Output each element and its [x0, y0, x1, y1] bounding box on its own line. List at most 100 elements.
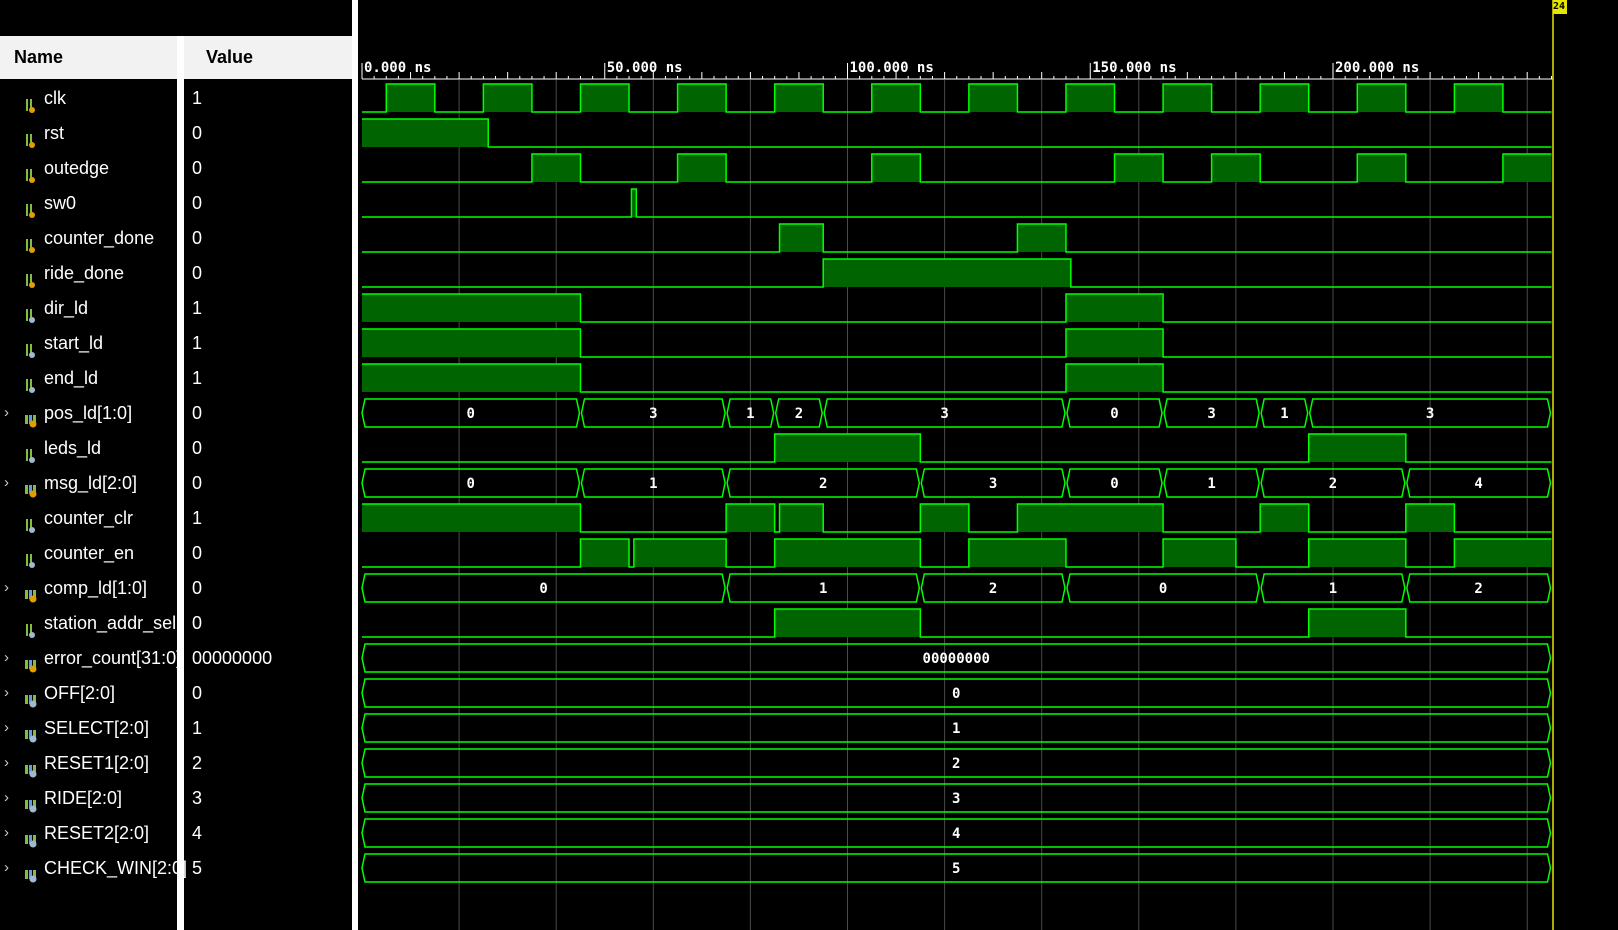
signal-value: 0: [192, 228, 203, 248]
signal-row-21[interactable]: › RESET2[2:0]: [0, 815, 177, 851]
expand-chevron-icon[interactable]: ›: [4, 395, 9, 431]
signal-row-14[interactable]: › comp_ld[1:0]: [0, 570, 177, 606]
expand-chevron-icon[interactable]: ›: [4, 780, 9, 816]
signal-name: counter_en: [44, 543, 135, 563]
signal-row-6[interactable]: dir_ld: [0, 290, 177, 326]
comp_ld-bus-value: 2: [989, 581, 997, 597]
wave-high-fill: [871, 154, 921, 182]
comp_ld-bus-value: 1: [1329, 581, 1337, 597]
signal-value: 0: [192, 193, 203, 213]
wave-high-fill: [1357, 84, 1406, 112]
output-bit-icon: [24, 510, 38, 533]
signal-row-19[interactable]: › RESET1[2:0]: [0, 745, 177, 781]
signal-row-11[interactable]: › msg_ld[2:0]: [0, 465, 177, 501]
bus-signal-icon: [24, 405, 40, 428]
wave-high-fill: [1017, 504, 1164, 532]
signal-name: OFF[2:0]: [44, 683, 116, 703]
wave-high-fill: [823, 259, 1071, 287]
msg_ld-bus-value: 0: [1110, 476, 1118, 492]
pos_ld-bus-value: 3: [649, 406, 657, 422]
wave-high-fill: [871, 84, 921, 112]
waveform-view[interactable]: 0.000 ns 50.000 ns 100.000 ns 150.000 ns 200…: [358, 0, 1618, 930]
signal-name: dir_ld: [44, 298, 89, 318]
signal-name: RESET2[2:0]: [44, 823, 150, 843]
expand-chevron-icon[interactable]: ›: [4, 710, 9, 746]
expand-chevron-icon[interactable]: ›: [4, 640, 9, 676]
wave-high-fill: [677, 84, 727, 112]
RIDE-bus-value: 3: [952, 791, 960, 807]
expand-chevron-icon[interactable]: ›: [4, 745, 9, 781]
value-column-header[interactable]: Value: [184, 36, 352, 79]
signal-value: 1: [192, 718, 203, 738]
wave-high-fill: [920, 504, 969, 532]
expand-chevron-icon[interactable]: ›: [4, 815, 9, 851]
signal-name: ride_done: [44, 263, 125, 283]
signal-row-13[interactable]: counter_en: [0, 535, 177, 571]
signal-value: 0: [192, 683, 203, 703]
expand-chevron-icon[interactable]: ›: [4, 850, 9, 886]
time-tick-label: 100.000 ns: [850, 60, 934, 76]
signal-name: error_count[31:0]: [44, 648, 182, 668]
signal-row-15[interactable]: station_addr_sel: [0, 605, 177, 641]
wave-high-fill: [774, 609, 921, 637]
parameter-icon: [24, 860, 40, 883]
signal-row-1[interactable]: rst: [0, 115, 177, 151]
signal-row-9[interactable]: › pos_ld[1:0]: [0, 395, 177, 431]
wave-high-fill: [1260, 504, 1309, 532]
pos_ld-bus-value: 2: [795, 406, 803, 422]
signal-row-12[interactable]: counter_clr: [0, 500, 177, 536]
wave-high-fill: [1308, 434, 1406, 462]
wave-high-fill: [1405, 504, 1455, 532]
name-column-header[interactable]: Name: [0, 36, 177, 79]
cursor-time-marker[interactable]: 24: [1553, 0, 1567, 14]
pos_ld-bus-value: 3: [1207, 406, 1215, 422]
signal-row-7[interactable]: start_ld: [0, 325, 177, 361]
wave-high-fill: [580, 539, 630, 567]
wave-high-fill: [633, 539, 727, 567]
signal-name: comp_ld[1:0]: [44, 578, 148, 598]
signal-row-0[interactable]: clk: [0, 80, 177, 116]
signal-name: outedge: [44, 158, 110, 178]
signal-row-4[interactable]: counter_done: [0, 220, 177, 256]
signal-row-16[interactable]: › error_count[31:0]: [0, 640, 181, 676]
signal-value: 0: [192, 473, 203, 493]
expand-chevron-icon[interactable]: ›: [4, 465, 9, 501]
expand-chevron-icon[interactable]: ›: [4, 570, 9, 606]
time-tick-label: 0.000 ns: [364, 60, 431, 76]
signal-row-17[interactable]: › OFF[2:0]: [0, 675, 177, 711]
signal-value: 2: [192, 753, 203, 773]
signal-row-8[interactable]: end_ld: [0, 360, 177, 396]
wave-high-fill: [774, 539, 921, 567]
signal-name: pos_ld[1:0]: [44, 403, 133, 423]
signal-name: RIDE[2:0]: [44, 788, 123, 808]
msg_ld-bus-value: 3: [989, 476, 997, 492]
signal-name: msg_ld[2:0]: [44, 473, 138, 493]
column-divider[interactable]: [177, 36, 184, 930]
signal-row-5[interactable]: ride_done: [0, 255, 177, 291]
comp_ld-bus-value: 1: [819, 581, 827, 597]
signal-row-10[interactable]: leds_ld: [0, 430, 177, 466]
msg_ld-bus-value: 1: [649, 476, 657, 492]
wave-high-fill: [1502, 154, 1552, 182]
pos_ld-bus-value: 3: [940, 406, 948, 422]
signal-row-18[interactable]: › SELECT[2:0]: [0, 710, 177, 746]
wave-high-fill: [726, 504, 775, 532]
parameter-icon: [24, 720, 40, 743]
pos_ld-bus-value: 1: [1280, 406, 1288, 422]
CHECK_WIN-bus-value: 5: [952, 861, 960, 877]
error_count-bus-value: 00000000: [923, 651, 990, 667]
wave-high-fill: [1017, 224, 1066, 252]
output-bit-icon: [24, 545, 38, 568]
expand-chevron-icon[interactable]: ›: [4, 675, 9, 711]
signal-value: 0: [192, 438, 203, 458]
wave-high-fill: [677, 154, 727, 182]
signal-row-20[interactable]: › RIDE[2:0]: [0, 780, 177, 816]
comp_ld-bus-value: 0: [1159, 581, 1167, 597]
signal-row-2[interactable]: outedge: [0, 150, 177, 186]
bit-signal-icon: [24, 90, 38, 113]
wave-high-fill: [362, 329, 581, 357]
time-tick-label: 50.000 ns: [607, 60, 683, 76]
signal-row-3[interactable]: sw0: [0, 185, 177, 221]
wave-high-fill: [1065, 329, 1164, 357]
signal-row-22[interactable]: › CHECK_WIN[2:0]: [0, 850, 187, 886]
